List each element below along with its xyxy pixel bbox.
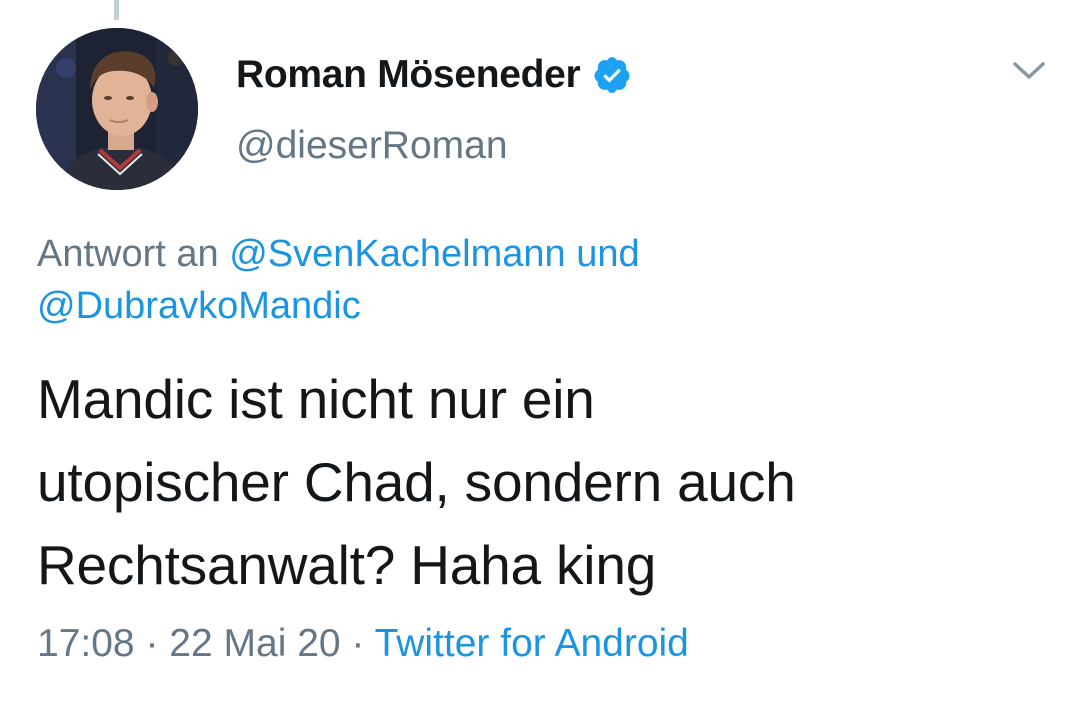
mention-link-dubravkomandic[interactable]: @DubravkoMandic xyxy=(37,285,361,327)
tweet-text-line: utopischer Chad, sondern auch xyxy=(37,451,796,513)
author-display-name[interactable]: Roman Möseneder xyxy=(236,53,581,97)
avatar-image xyxy=(36,28,198,190)
tweet-text-line: Rechtsanwalt? Haha king xyxy=(37,534,657,596)
author-handle[interactable]: @dieserRoman xyxy=(236,124,508,168)
chevron-down-icon[interactable] xyxy=(1012,58,1046,84)
tweet-meta: 17:08 · 22 Mai 20 · Twitter for Android xyxy=(37,622,689,666)
mention-link-svenkachelmann[interactable]: @SvenKachelmann xyxy=(229,233,565,275)
meta-separator: · xyxy=(145,622,159,665)
tweet-text: Mandic ist nicht nur ein utopischer Chad… xyxy=(37,358,1047,607)
reply-context: Antwort an @SvenKachelmann und @Dubravko… xyxy=(37,228,1037,332)
author-name-row[interactable]: Roman Möseneder xyxy=(236,50,632,100)
reply-conjunction[interactable]: und xyxy=(576,233,639,275)
avatar[interactable] xyxy=(36,28,198,190)
tweet-date[interactable]: 22 Mai 20 xyxy=(169,622,340,665)
verified-badge-icon xyxy=(592,55,632,95)
tweet-text-line: Mandic ist nicht nur ein xyxy=(37,368,595,430)
thread-connector-line xyxy=(114,0,119,20)
reply-prefix: Antwort an xyxy=(37,233,219,275)
meta-separator: · xyxy=(351,622,365,665)
tweet-source-link[interactable]: Twitter for Android xyxy=(375,622,689,665)
tweet-time[interactable]: 17:08 xyxy=(37,622,135,665)
